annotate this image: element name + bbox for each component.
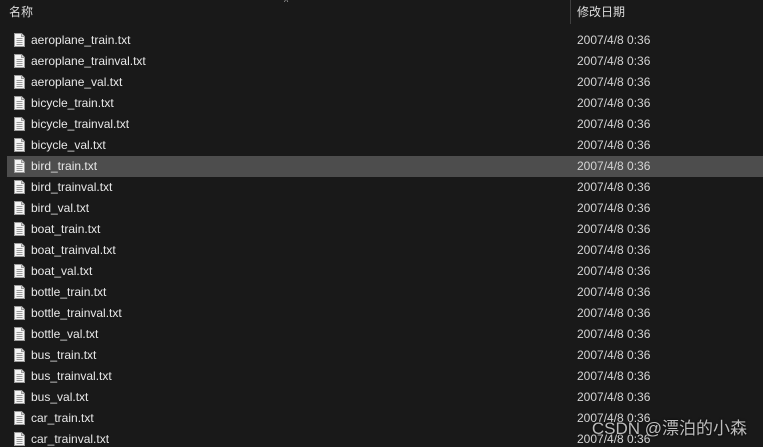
- watermark: CSDN @漂泊的小森: [591, 419, 747, 438]
- file-date-modified: 2007/4/8 0:36: [577, 243, 651, 257]
- file-name: bird_val.txt: [31, 201, 90, 215]
- text-file-icon: [14, 432, 25, 446]
- file-row[interactable]: bird_train.txt 2007/4/8 0:36: [0, 156, 763, 177]
- text-file-icon: [14, 264, 25, 278]
- text-file-icon: [14, 306, 25, 320]
- file-name: car_train.txt: [31, 411, 94, 425]
- file-date-modified: 2007/4/8 0:36: [577, 201, 651, 215]
- text-file-icon: [14, 369, 25, 383]
- file-name: boat_train.txt: [31, 222, 101, 236]
- file-name: aeroplane_trainval.txt: [31, 54, 146, 68]
- file-row[interactable]: bus_val.txt 2007/4/8 0:36: [0, 387, 763, 408]
- file-name: bicycle_val.txt: [31, 138, 106, 152]
- date-modified-column-header[interactable]: 修改日期: [577, 3, 625, 20]
- file-row[interactable]: boat_trainval.txt 2007/4/8 0:36: [0, 240, 763, 261]
- file-date-modified: 2007/4/8 0:36: [577, 222, 651, 236]
- file-name: boat_val.txt: [31, 264, 93, 278]
- text-file-icon: [14, 96, 25, 110]
- file-row[interactable]: bus_train.txt 2007/4/8 0:36: [0, 345, 763, 366]
- file-name: bird_trainval.txt: [31, 180, 113, 194]
- file-row[interactable]: aeroplane_train.txt 2007/4/8 0:36: [0, 30, 763, 51]
- file-name: bicycle_train.txt: [31, 96, 114, 110]
- file-row[interactable]: bicycle_val.txt 2007/4/8 0:36: [0, 135, 763, 156]
- file-date-modified: 2007/4/8 0:36: [577, 264, 651, 278]
- file-row[interactable]: bottle_train.txt 2007/4/8 0:36: [0, 282, 763, 303]
- text-file-icon: [14, 327, 25, 341]
- file-name: car_trainval.txt: [31, 432, 110, 446]
- file-date-modified: 2007/4/8 0:36: [577, 369, 651, 383]
- file-row[interactable]: bicycle_trainval.txt 2007/4/8 0:36: [0, 114, 763, 135]
- text-file-icon: [14, 201, 25, 215]
- text-file-icon: [14, 348, 25, 362]
- file-date-modified: 2007/4/8 0:36: [577, 54, 651, 68]
- text-file-icon: [14, 54, 25, 68]
- file-name: bus_val.txt: [31, 390, 89, 404]
- text-file-icon: [14, 411, 25, 425]
- text-file-icon: [14, 117, 25, 131]
- file-name: bus_trainval.txt: [31, 369, 112, 383]
- file-name: boat_trainval.txt: [31, 243, 116, 257]
- file-name: bottle_train.txt: [31, 285, 107, 299]
- file-row[interactable]: aeroplane_val.txt 2007/4/8 0:36: [0, 72, 763, 93]
- file-date-modified: 2007/4/8 0:36: [577, 117, 651, 131]
- file-row[interactable]: bottle_val.txt 2007/4/8 0:36: [0, 324, 763, 345]
- file-row[interactable]: boat_val.txt 2007/4/8 0:36: [0, 261, 763, 282]
- file-date-modified: 2007/4/8 0:36: [577, 180, 651, 194]
- file-date-modified: 2007/4/8 0:36: [577, 96, 651, 110]
- file-date-modified: 2007/4/8 0:36: [577, 75, 651, 89]
- file-row[interactable]: boat_train.txt 2007/4/8 0:36: [0, 219, 763, 240]
- text-file-icon: [14, 222, 25, 236]
- file-date-modified: 2007/4/8 0:36: [577, 390, 651, 404]
- text-file-icon: [14, 390, 25, 404]
- file-row[interactable]: bottle_trainval.txt 2007/4/8 0:36: [0, 303, 763, 324]
- column-header: 名称 ^ 修改日期: [0, 0, 763, 24]
- name-column-header[interactable]: 名称: [9, 3, 33, 20]
- file-name: bottle_val.txt: [31, 327, 99, 341]
- file-list: aeroplane_train.txt 2007/4/8 0:36 aeroplan…: [0, 30, 763, 447]
- file-explorer: 名称 ^ 修改日期 aeroplane_train.txt 2007/4/8 0:…: [0, 0, 763, 447]
- text-file-icon: [14, 159, 25, 173]
- file-date-modified: 2007/4/8 0:36: [577, 159, 651, 173]
- file-name: aeroplane_train.txt: [31, 33, 131, 47]
- column-divider[interactable]: [570, 0, 571, 24]
- file-date-modified: 2007/4/8 0:36: [577, 285, 651, 299]
- file-name: bird_train.txt: [31, 159, 98, 173]
- file-name: bicycle_trainval.txt: [31, 117, 130, 131]
- text-file-icon: [14, 33, 25, 47]
- file-name: aeroplane_val.txt: [31, 75, 123, 89]
- file-date-modified: 2007/4/8 0:36: [577, 33, 651, 47]
- file-row[interactable]: bus_trainval.txt 2007/4/8 0:36: [0, 366, 763, 387]
- file-row[interactable]: bird_val.txt 2007/4/8 0:36: [0, 198, 763, 219]
- file-row[interactable]: aeroplane_trainval.txt 2007/4/8 0:36: [0, 51, 763, 72]
- file-name: bottle_trainval.txt: [31, 306, 122, 320]
- text-file-icon: [14, 138, 25, 152]
- file-row[interactable]: bicycle_train.txt 2007/4/8 0:36: [0, 93, 763, 114]
- text-file-icon: [14, 180, 25, 194]
- file-date-modified: 2007/4/8 0:36: [577, 306, 651, 320]
- sort-ascending-icon: ^: [284, 0, 289, 7]
- text-file-icon: [14, 285, 25, 299]
- text-file-icon: [14, 243, 25, 257]
- file-date-modified: 2007/4/8 0:36: [577, 348, 651, 362]
- file-name: bus_train.txt: [31, 348, 97, 362]
- file-row[interactable]: bird_trainval.txt 2007/4/8 0:36: [0, 177, 763, 198]
- file-date-modified: 2007/4/8 0:36: [577, 327, 651, 341]
- text-file-icon: [14, 75, 25, 89]
- file-date-modified: 2007/4/8 0:36: [577, 138, 651, 152]
